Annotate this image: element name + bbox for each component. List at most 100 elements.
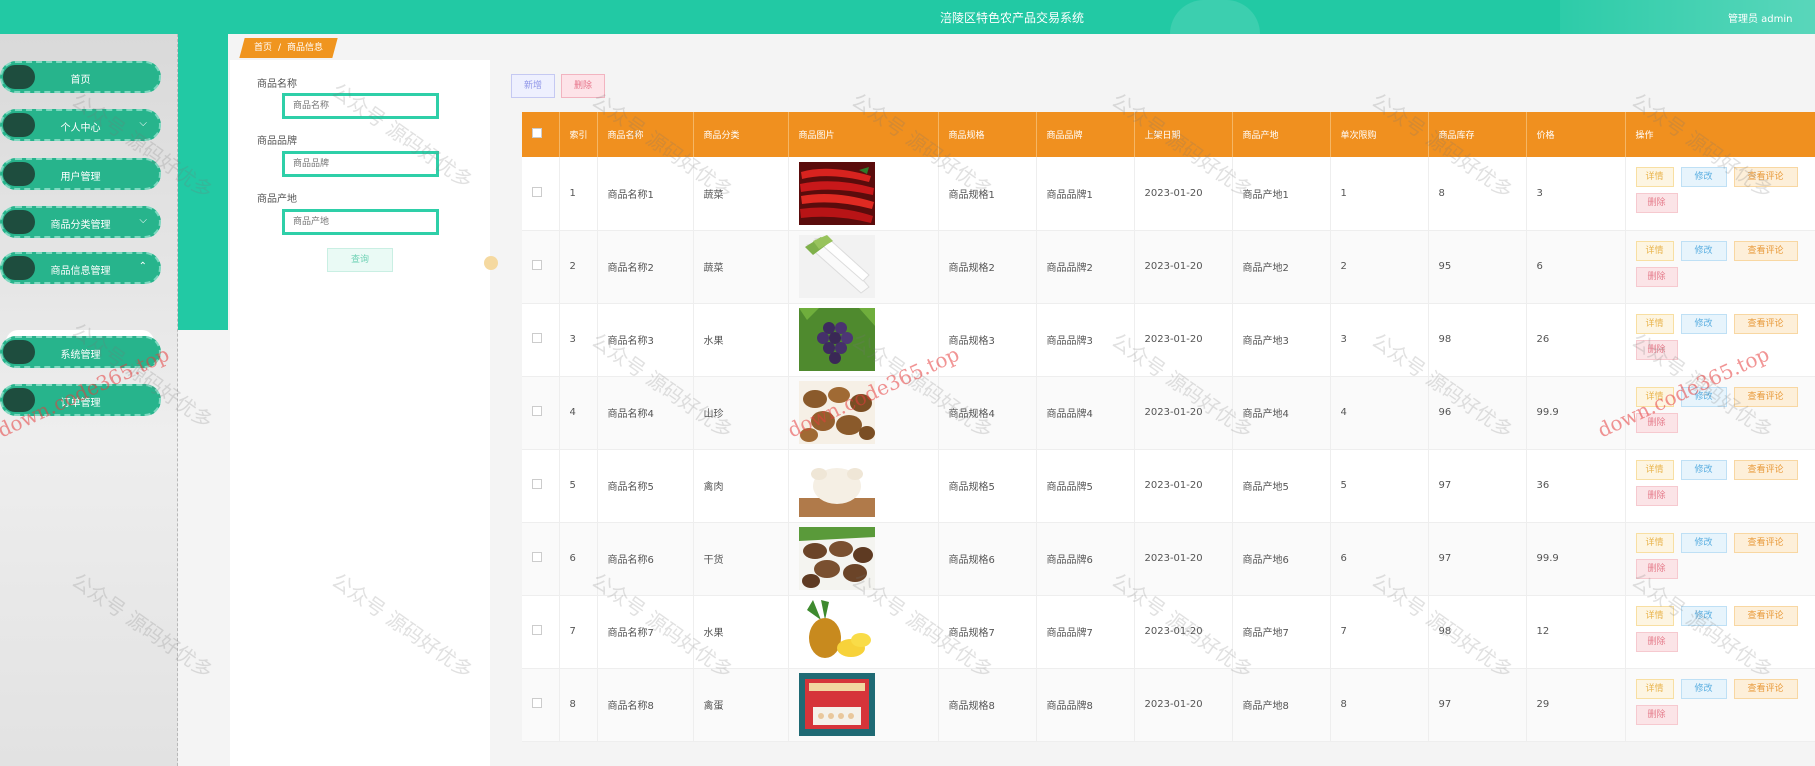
sidebar-item-orders[interactable]: 订单管理 (0, 384, 161, 416)
cell-price: 99.9 (1526, 522, 1626, 596)
row-checkbox[interactable] (532, 260, 542, 270)
view-reviews-button[interactable]: 查看评论 (1733, 605, 1798, 626)
detail-button[interactable]: 详情 (1635, 678, 1674, 699)
row-select-cell[interactable] (522, 303, 560, 377)
cell-price: 99.9 (1526, 376, 1626, 450)
query-button[interactable]: 查询 (327, 248, 393, 272)
sidebar-item-system[interactable]: 系统管理 (0, 336, 161, 368)
cell-image (788, 668, 939, 742)
sidebar-item-users[interactable]: 用户管理 (0, 158, 161, 190)
sidebar-item-product[interactable]: 商品信息管理 ⌃ (0, 252, 161, 284)
detail-button[interactable]: 详情 (1635, 532, 1674, 553)
row-select-cell[interactable] (522, 376, 560, 450)
sidebar-item-label: 个人中心 (60, 123, 101, 134)
origin-search-input[interactable] (282, 209, 439, 235)
row-checkbox[interactable] (532, 625, 542, 635)
cell-limit: 2 (1330, 230, 1429, 304)
sidebar-item-profile[interactable]: 个人中心 ⌵ (0, 109, 161, 141)
detail-button[interactable]: 详情 (1635, 459, 1674, 480)
cell-name: 商品名称3 (597, 303, 694, 377)
cell-image (788, 303, 939, 377)
cell-name: 商品名称5 (597, 449, 694, 523)
row-checkbox[interactable] (532, 552, 542, 562)
edit-button[interactable]: 修改 (1680, 532, 1727, 553)
delete-button[interactable]: 删除 (1635, 558, 1678, 579)
name-search-input[interactable] (282, 93, 439, 119)
delete-button[interactable]: 删除 (1635, 704, 1678, 725)
cell-date: 2023-01-20 (1134, 230, 1233, 304)
batch-delete-button[interactable]: 删除 (561, 74, 605, 98)
product-image (798, 527, 875, 590)
detail-button[interactable]: 详情 (1635, 240, 1674, 261)
cell-actions: 详情 修改 查看评论删除 (1625, 595, 1815, 669)
edit-button[interactable]: 修改 (1680, 313, 1727, 334)
detail-button[interactable]: 详情 (1635, 386, 1674, 407)
user-label[interactable]: 管理员 admin (1728, 10, 1793, 25)
delete-button[interactable]: 删除 (1635, 412, 1678, 433)
cell-spec: 商品规格3 (938, 303, 1037, 377)
delete-button[interactable]: 删除 (1635, 485, 1678, 506)
detail-button[interactable]: 详情 (1635, 605, 1674, 626)
column-header: 商品分类 (693, 112, 789, 157)
cell-price: 26 (1526, 303, 1626, 377)
row-select-cell[interactable] (522, 595, 560, 669)
cell-price: 6 (1526, 230, 1626, 304)
cell-category: 水果 (693, 595, 789, 669)
table-row: 3 商品名称3 水果 商品规格3 商品品牌3 2023-01-20 商品产地3 3 98 26 详… (522, 303, 1815, 377)
select-all-checkbox[interactable] (532, 128, 542, 138)
column-header: 上架日期 (1134, 112, 1233, 157)
row-select-cell[interactable] (522, 449, 560, 523)
view-reviews-button[interactable]: 查看评论 (1733, 386, 1798, 407)
detail-button[interactable]: 详情 (1635, 167, 1674, 188)
cell-spec: 商品规格8 (938, 668, 1037, 742)
row-checkbox[interactable] (532, 479, 542, 489)
row-checkbox[interactable] (532, 333, 542, 343)
delete-button[interactable]: 删除 (1635, 193, 1678, 214)
cell-limit: 4 (1330, 376, 1429, 450)
cell-index: 6 (559, 522, 598, 596)
cell-stock: 97 (1428, 522, 1527, 596)
row-checkbox[interactable] (532, 698, 542, 708)
brand-search-input[interactable] (282, 151, 439, 177)
row-select-cell[interactable] (522, 668, 560, 742)
brand-label: 商品品牌 (257, 136, 297, 147)
row-select-cell[interactable] (522, 522, 560, 596)
select-all-header[interactable] (522, 112, 560, 157)
edit-button[interactable]: 修改 (1680, 678, 1727, 699)
cell-origin: 商品产地3 (1232, 303, 1331, 377)
view-reviews-button[interactable]: 查看评论 (1733, 678, 1798, 699)
cell-category: 水果 (693, 303, 789, 377)
sidebar-item-label: 系统管理 (60, 350, 101, 361)
column-header: 价格 (1526, 112, 1626, 157)
delete-button[interactable]: 删除 (1635, 339, 1678, 360)
view-reviews-button[interactable]: 查看评论 (1733, 532, 1798, 553)
breadcrumb: 首页 / 商品信息 (239, 38, 338, 58)
edit-button[interactable]: 修改 (1680, 167, 1727, 188)
row-select-cell[interactable] (522, 157, 560, 231)
sidebar-item-category[interactable]: 商品分类管理 ⌵ (0, 206, 161, 238)
cell-category: 禽肉 (693, 449, 789, 523)
cell-spec: 商品规格5 (938, 449, 1037, 523)
breadcrumb-home[interactable]: 首页 (254, 38, 272, 58)
chevron-down-icon: ⌵ (139, 215, 147, 226)
edit-button[interactable]: 修改 (1680, 240, 1727, 261)
edit-button[interactable]: 修改 (1680, 386, 1727, 407)
view-reviews-button[interactable]: 查看评论 (1733, 240, 1798, 261)
detail-button[interactable]: 详情 (1635, 313, 1674, 334)
view-reviews-button[interactable]: 查看评论 (1733, 313, 1798, 334)
add-button[interactable]: 新增 (511, 74, 555, 98)
view-reviews-button[interactable]: 查看评论 (1733, 459, 1798, 480)
delete-button[interactable]: 删除 (1635, 266, 1678, 287)
cell-price: 3 (1526, 157, 1626, 231)
view-reviews-button[interactable]: 查看评论 (1733, 167, 1798, 188)
row-checkbox[interactable] (532, 406, 542, 416)
row-select-cell[interactable] (522, 230, 560, 304)
table-row: 5 商品名称5 禽肉 商品规格5 商品品牌5 2023-01-20 商品产地5 5 97 36 详… (522, 449, 1815, 523)
edit-button[interactable]: 修改 (1680, 605, 1727, 626)
row-checkbox[interactable] (532, 186, 542, 197)
cell-index: 4 (559, 376, 598, 450)
sidebar-item-home[interactable]: 首页 (0, 61, 161, 93)
cell-image (788, 522, 939, 596)
delete-button[interactable]: 删除 (1635, 631, 1678, 652)
edit-button[interactable]: 修改 (1680, 459, 1727, 480)
